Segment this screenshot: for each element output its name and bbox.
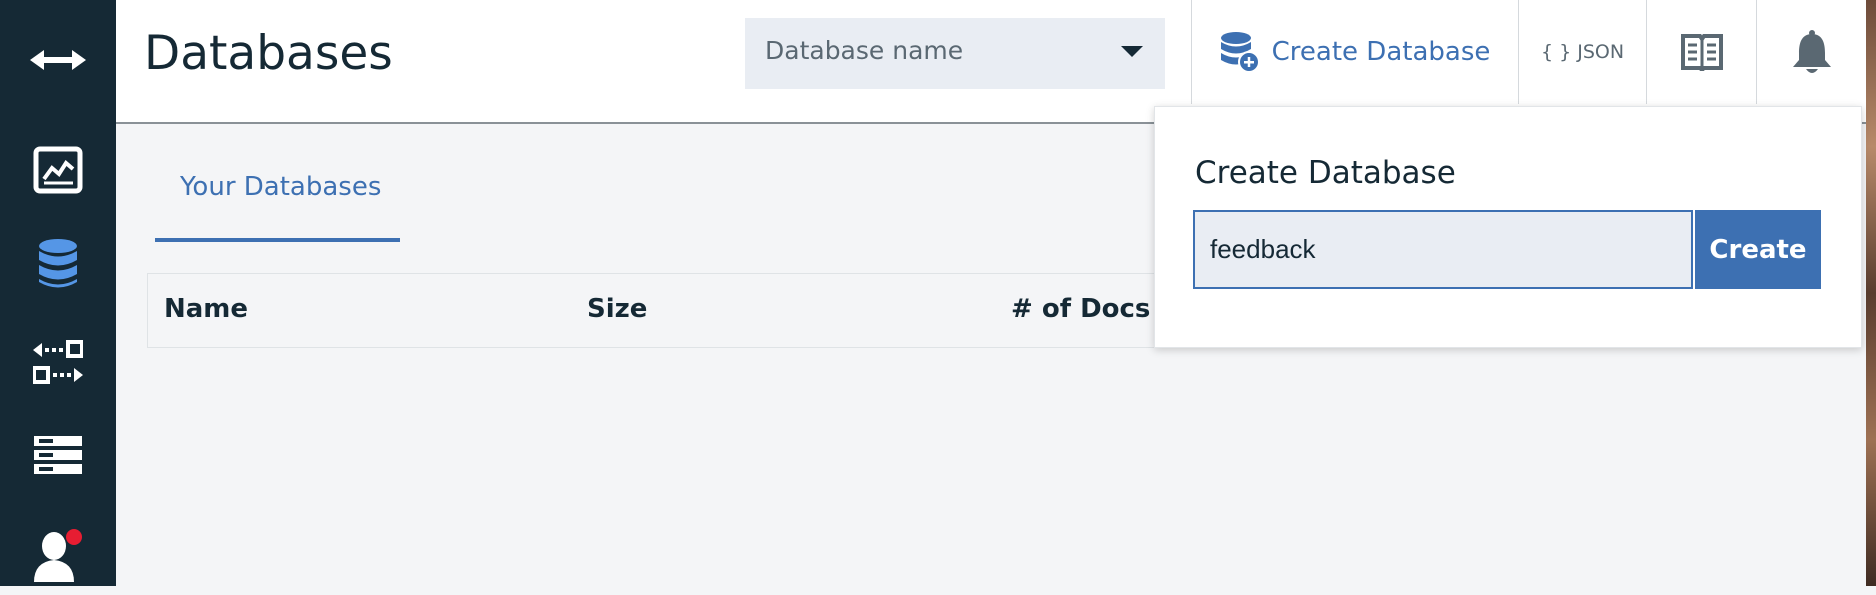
sidebar-item-account[interactable]	[0, 515, 116, 595]
sidebar-item-databases[interactable]	[0, 224, 116, 304]
sidebar-item-servers[interactable]	[0, 415, 116, 495]
column-header-name[interactable]: Name	[164, 294, 248, 324]
sidebar-item-monitoring[interactable]	[0, 130, 116, 210]
chevron-down-icon	[1121, 46, 1143, 57]
create-button[interactable]: Create	[1695, 210, 1821, 289]
database-add-icon	[1220, 32, 1260, 73]
database-name-placeholder: Database name	[765, 36, 964, 65]
tab-active-indicator	[155, 238, 400, 242]
database-name-select[interactable]: Database name	[745, 18, 1165, 89]
background-edge	[1866, 0, 1876, 586]
notification-dot	[66, 529, 82, 545]
json-view-button[interactable]: { } JSON	[1518, 0, 1646, 104]
notifications-button[interactable]	[1756, 0, 1868, 104]
json-label: { } JSON	[1540, 41, 1625, 63]
column-header-docs[interactable]: # of Docs	[1011, 294, 1150, 324]
popover-title: Create Database	[1195, 155, 1456, 191]
column-header-size[interactable]: Size	[587, 294, 647, 324]
activity-chart-icon	[33, 146, 83, 194]
databases-table: Name Size # of Docs	[147, 273, 1189, 348]
server-icon	[34, 436, 82, 474]
database-icon	[39, 239, 77, 288]
book-icon	[1680, 34, 1723, 71]
tab-label: Your Databases	[180, 172, 382, 202]
documentation-button[interactable]	[1646, 0, 1756, 104]
user-icon	[34, 529, 82, 582]
database-name-input[interactable]	[1193, 210, 1693, 289]
page-title: Databases	[144, 26, 393, 81]
sidebar	[0, 0, 116, 586]
sidebar-toggle[interactable]	[0, 20, 116, 100]
double-arrow-icon	[30, 50, 86, 70]
sidebar-item-replication[interactable]	[0, 322, 116, 402]
replication-icon	[33, 340, 83, 384]
create-database-label: Create Database	[1271, 37, 1491, 67]
create-database-popover: Create Database Create	[1154, 106, 1862, 348]
bell-icon	[1793, 30, 1831, 73]
create-database-button[interactable]: Create Database	[1191, 0, 1518, 104]
tab-your-databases[interactable]: Your Databases	[155, 158, 400, 242]
